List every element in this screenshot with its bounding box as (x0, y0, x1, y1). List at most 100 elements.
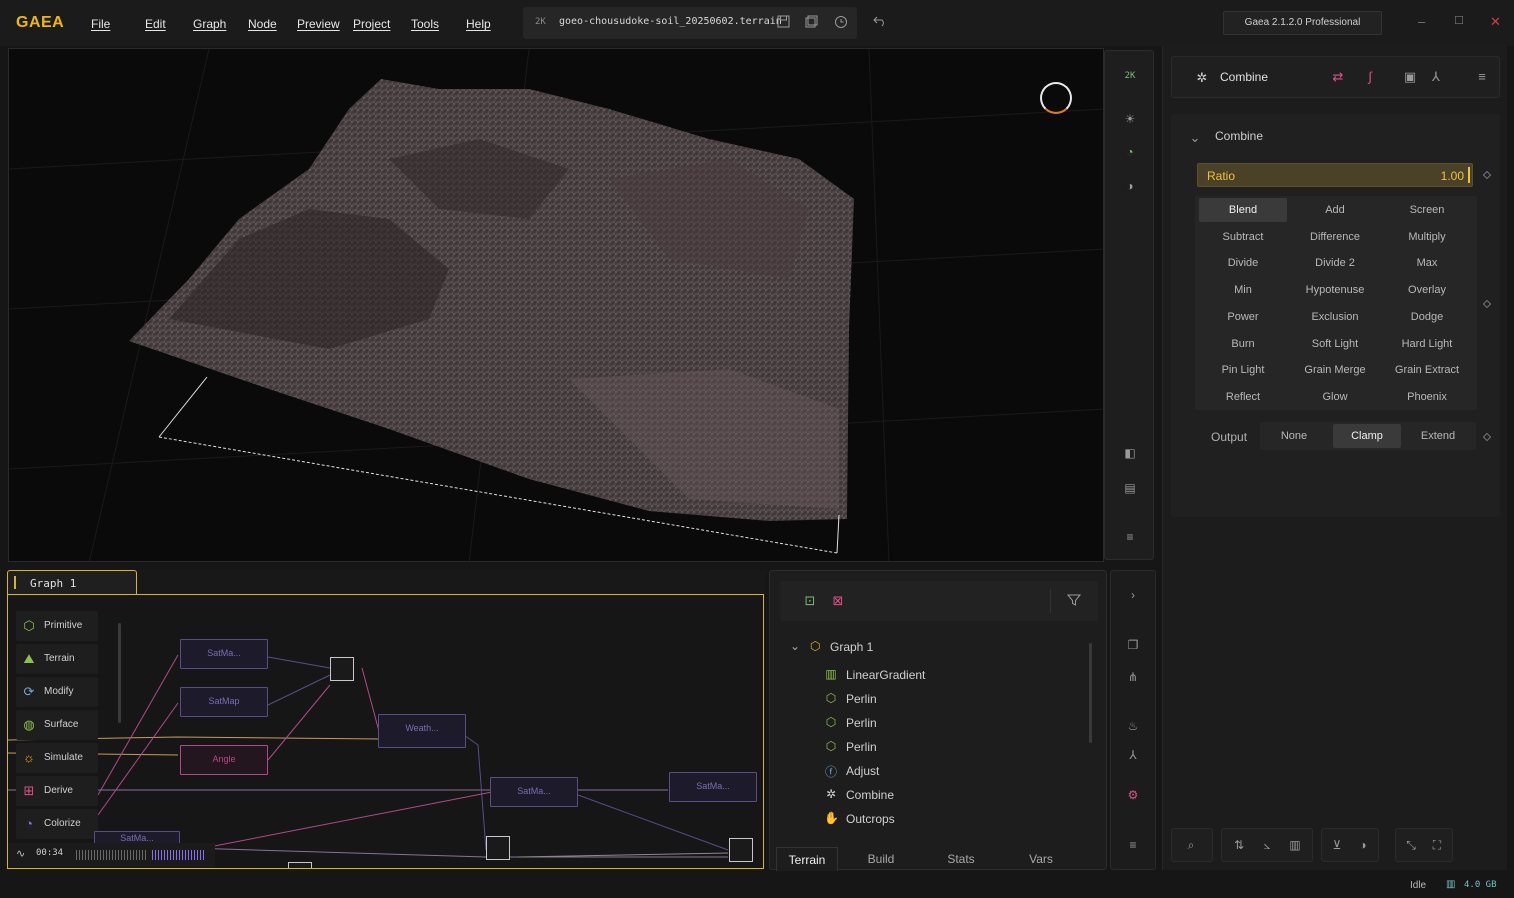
combine-node[interactable] (729, 838, 753, 862)
tab-build[interactable]: Build (850, 847, 912, 871)
blend-mode-grain-merge[interactable]: Grain Merge (1291, 358, 1379, 382)
blend-mode-add[interactable]: Add (1291, 198, 1379, 222)
history-icon[interactable] (833, 15, 849, 31)
chevron-right-icon[interactable]: › (1125, 587, 1141, 603)
tab-vars[interactable]: Vars (1010, 847, 1072, 871)
layout-icon[interactable]: ▤ (1121, 479, 1139, 497)
graph-node-weathering[interactable]: Weath... (378, 714, 466, 748)
ratio-slider[interactable]: Ratio 1.00 (1197, 163, 1473, 187)
curve-icon[interactable]: ∫ (1362, 69, 1378, 85)
palette-colorize[interactable]: ◔ Colorize (16, 809, 98, 839)
close-icon[interactable]: ✕ (1490, 14, 1501, 30)
output-clamp[interactable]: Clamp (1333, 424, 1401, 448)
palette-surface[interactable]: ◍ Surface (16, 710, 98, 740)
blend-mode-max[interactable]: Max (1383, 251, 1471, 275)
collapse-icon[interactable]: ⤡ (1404, 838, 1418, 853)
output-none[interactable]: None (1260, 424, 1328, 448)
sun-icon[interactable]: ☀ (1121, 110, 1139, 128)
3d-viewport[interactable] (8, 48, 1104, 562)
blend-mode-burn[interactable]: Burn (1199, 332, 1287, 356)
search-node-icon[interactable]: ⌕ (1184, 838, 1198, 853)
blend-mode-phoenix[interactable]: Phoenix (1383, 385, 1471, 409)
graph-node-satmap[interactable]: SatMa... (669, 772, 757, 802)
pin-icon[interactable]: ⊻ (1330, 838, 1344, 852)
palette-modify[interactable]: ⟳ Modify (16, 677, 98, 707)
graph-node-satmap[interactable]: SatMap (180, 687, 268, 717)
chevron-down-icon[interactable]: ⌄ (788, 639, 802, 653)
blend-mode-hard-light[interactable]: Hard Light (1383, 332, 1471, 356)
resolution-toggle[interactable]: 2K (1121, 67, 1139, 85)
combine-node[interactable] (330, 657, 354, 681)
hamburger-icon[interactable]: ≡ (1474, 69, 1490, 85)
chevron-down-icon[interactable]: ⌄ (1187, 130, 1203, 146)
blend-mode-pin-light[interactable]: Pin Light (1199, 358, 1287, 382)
half-circle-icon[interactable]: ◑ (1356, 838, 1370, 852)
palette-primitive[interactable]: ⬡ Primitive (16, 611, 98, 641)
blend-mode-power[interactable]: Power (1199, 305, 1287, 329)
graph-canvas[interactable]: ⬡ Primitive ⛰ Terrain ⟳ Modify ◍ Surface ☼ Simula… (7, 594, 764, 869)
filter-icon[interactable] (1066, 593, 1082, 609)
explorer-scrollbar[interactable] (1089, 643, 1092, 743)
graph-node-satmap[interactable]: SatMa... (490, 777, 578, 807)
blend-mode-blend[interactable]: Blend (1199, 198, 1287, 222)
save-icon[interactable] (775, 15, 791, 31)
undo-icon[interactable] (872, 15, 888, 31)
blend-mode-dodge[interactable]: Dodge (1383, 305, 1471, 329)
split-view-icon[interactable]: ◧ (1121, 444, 1139, 462)
menu-edit[interactable]: Edit (145, 17, 166, 31)
palette-derive[interactable]: ⊞ Derive (16, 776, 98, 806)
slope-icon[interactable]: ⦣ (1260, 838, 1274, 853)
bookmark-icon[interactable]: ❐ (1125, 637, 1141, 653)
branch-icon[interactable]: ⅄ (1428, 69, 1444, 85)
nodes-icon[interactable]: ⋔ (1125, 669, 1141, 685)
unfocus-icon[interactable]: ⊠ (830, 593, 846, 609)
plugin-icon[interactable]: ⚙ (1125, 787, 1141, 803)
blend-mode-screen[interactable]: Screen (1383, 198, 1471, 222)
menu-graph[interactable]: Graph (193, 17, 226, 31)
blend-mode-overlay[interactable]: Overlay (1383, 278, 1471, 302)
palette-terrain[interactable]: ⛰ Terrain (16, 644, 98, 674)
blend-mode-hypotenuse[interactable]: Hypotenuse (1291, 278, 1379, 302)
menu-icon[interactable]: ≡ (1121, 528, 1139, 546)
menu-icon[interactable]: ≡ (1125, 837, 1141, 853)
columns-icon[interactable]: ▥ (1288, 838, 1302, 852)
menu-project[interactable]: Project (353, 17, 390, 31)
blend-mode-grain-extract[interactable]: Grain Extract (1383, 358, 1471, 382)
blend-mode-exclusion[interactable]: Exclusion (1291, 305, 1379, 329)
frame-icon[interactable]: ▣ (1402, 69, 1418, 85)
menu-help[interactable]: Help (466, 17, 491, 31)
output-extend[interactable]: Extend (1404, 424, 1472, 448)
fullscreen-icon[interactable]: ⛶ (1430, 838, 1444, 853)
blend-mode-glow[interactable]: Glow (1291, 385, 1379, 409)
file-box[interactable]: 2K goeo-chousudoke-soil_20250602.terrain (523, 7, 857, 39)
tree-icon[interactable]: ⅄ (1125, 747, 1141, 763)
minimize-icon[interactable]: – (1418, 14, 1425, 29)
tab-stats[interactable]: Stats (930, 847, 992, 871)
menu-preview[interactable]: Preview (297, 17, 340, 31)
flame-icon[interactable]: ♨ (1125, 718, 1141, 734)
menu-tools[interactable]: Tools (411, 17, 439, 31)
blend-mode-divide[interactable]: Divide (1199, 251, 1287, 275)
blend-mode-multiply[interactable]: Multiply (1383, 225, 1471, 249)
blend-mode-divide-2[interactable]: Divide 2 (1291, 251, 1379, 275)
blend-mode-difference[interactable]: Difference (1291, 225, 1379, 249)
graph-node-angle[interactable]: Angle (180, 745, 268, 775)
palette-simulate[interactable]: ☼ Simulate (16, 743, 98, 773)
blend-mode-min[interactable]: Min (1199, 278, 1287, 302)
swap-icon[interactable]: ⇄ (1330, 69, 1346, 85)
blend-mode-soft-light[interactable]: Soft Light (1291, 332, 1379, 356)
menu-node[interactable]: Node (248, 17, 277, 31)
combine-node[interactable] (486, 836, 510, 860)
graph-node-satmap[interactable]: SatMa... (180, 639, 268, 669)
blend-mode-reflect[interactable]: Reflect (1199, 385, 1287, 409)
ratio-handle[interactable] (1468, 167, 1470, 183)
focus-icon[interactable]: ⊡ (802, 593, 818, 609)
contrast-icon[interactable]: ◑ (1121, 177, 1139, 195)
maximize-icon[interactable]: ☐ (1454, 14, 1464, 27)
combine-node[interactable] (288, 862, 312, 868)
flip-icon[interactable]: ⇅ (1232, 838, 1246, 852)
save-as-icon[interactable] (803, 15, 819, 31)
render-mode-icon[interactable]: ◔ (1121, 143, 1139, 161)
version-badge[interactable]: Gaea 2.1.2.0 Professional (1223, 11, 1382, 35)
tab-terrain[interactable]: Terrain (776, 847, 838, 871)
